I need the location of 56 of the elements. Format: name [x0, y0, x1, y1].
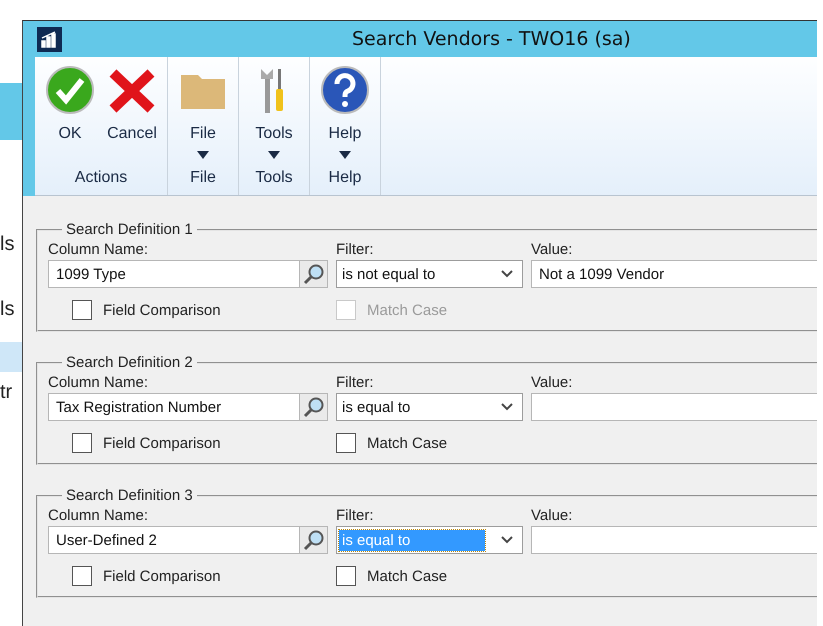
checkbox-label: Match Case — [367, 568, 448, 584]
checkbox[interactable] — [72, 300, 92, 320]
value-field[interactable] — [531, 526, 817, 554]
field-label: Filter: — [336, 506, 374, 524]
field-label: Filter: — [336, 373, 374, 391]
ribbon-button[interactable]: Tools — [243, 65, 305, 169]
chart-icon — [37, 26, 62, 52]
field-label: Value: — [531, 240, 574, 258]
checkbox[interactable] — [72, 566, 92, 586]
window-title: Search Vendors - TWO16 (sa) — [352, 28, 631, 50]
search-icon — [302, 263, 324, 285]
field-label: Column Name: — [48, 506, 150, 524]
field-label: Filter: — [336, 240, 374, 258]
search-icon — [302, 396, 324, 418]
checkbox[interactable] — [336, 433, 356, 453]
filter-dropdown[interactable]: is not equal to — [336, 260, 523, 288]
search-icon — [302, 529, 324, 551]
group-label: File — [189, 169, 217, 188]
column-name-field[interactable]: 1099 Type — [48, 260, 300, 288]
field-label: Value: — [531, 506, 574, 524]
column-name-field[interactable]: User-Defined 2 — [48, 526, 300, 554]
ribbon-button[interactable]: Cancel — [101, 65, 163, 169]
checkbox-label: Match Case — [367, 434, 448, 452]
group-title: Search Definition 1 — [65, 221, 194, 238]
ribbon-button[interactable]: OK — [39, 65, 101, 169]
background-text: ls — [0, 297, 16, 322]
checkbox-label: Match Case — [367, 302, 448, 318]
field-label: Column Name: — [48, 373, 150, 391]
checkmark-icon — [45, 65, 95, 115]
help-icon — [320, 65, 370, 115]
group-label: Help — [328, 169, 362, 188]
group-label: Actions — [74, 169, 128, 188]
group-title: Search Definition 2 — [65, 354, 194, 371]
lookup-button[interactable] — [300, 393, 328, 421]
value-field[interactable]: Not a 1099 Vendor — [531, 260, 817, 288]
chevron-down-icon — [500, 535, 514, 545]
filter-dropdown[interactable]: is equal to — [336, 393, 523, 421]
checkbox-label: Field Comparison — [103, 568, 221, 584]
checkbox-label: Field Comparison — [103, 434, 221, 452]
group-label: Tools — [254, 169, 294, 188]
field-label: Column Name: — [48, 240, 150, 258]
chevron-down-icon — [500, 402, 514, 412]
ribbon-button[interactable]: File — [172, 65, 234, 169]
background-text: ls — [0, 232, 16, 257]
ribbon-button[interactable]: Help — [314, 65, 376, 169]
background-text: tr — [0, 380, 14, 404]
column-name-field[interactable]: Tax Registration Number — [48, 393, 300, 421]
checkbox-label: Field Comparison — [103, 302, 221, 318]
checkbox[interactable] — [72, 433, 92, 453]
value-field[interactable] — [531, 393, 817, 421]
checkbox[interactable] — [336, 566, 356, 586]
chevron-down-icon — [500, 269, 514, 279]
group-title: Search Definition 3 — [65, 487, 194, 504]
lookup-button[interactable] — [300, 260, 328, 288]
field-label: Value: — [531, 373, 574, 391]
lookup-button[interactable] — [300, 526, 328, 554]
